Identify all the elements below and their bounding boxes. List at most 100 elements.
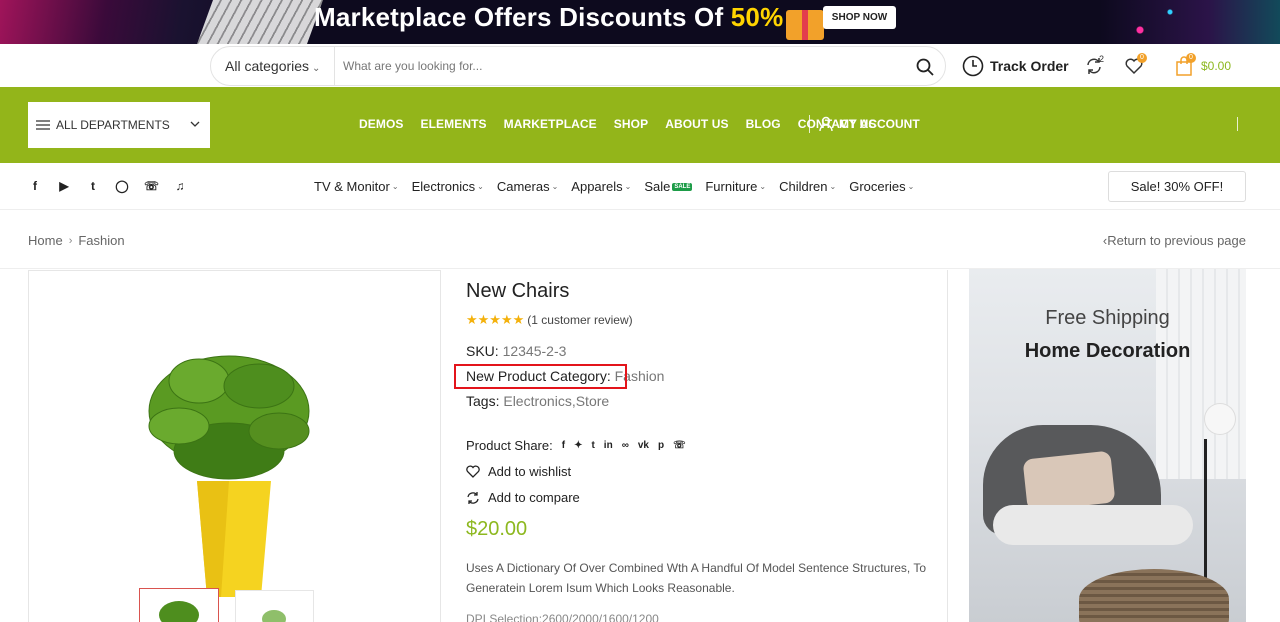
add-to-wishlist-button[interactable]: Add to wishlist — [466, 464, 571, 479]
chevron-down-icon: ⌄ — [477, 182, 484, 191]
category-item-tv-monitor[interactable]: TV & Monitor ⌄ — [314, 179, 399, 194]
facebook-icon[interactable]: f — [562, 440, 565, 451]
all-departments-label: ALL DEPARTMENTS — [56, 118, 170, 132]
gift-icon — [786, 10, 824, 40]
search-divider — [334, 47, 335, 85]
facebook-icon[interactable]: f — [28, 179, 42, 193]
highlight-annotation — [454, 364, 627, 389]
promo-banner[interactable]: Marketplace Offers Discounts Of 50% SHOP… — [0, 0, 1280, 44]
tag-link[interactable]: Store — [576, 393, 609, 409]
thumbnail-2[interactable] — [235, 590, 314, 622]
product-share: Product Share: f ✦ t in ∞ vk p ☏ — [466, 438, 686, 453]
nav-item-blog[interactable]: BLOG — [746, 117, 781, 131]
review-link[interactable]: (1 customer review) — [527, 313, 632, 327]
sale-badge: SALE — [672, 182, 693, 191]
search-bar: All categories ⌄ — [210, 46, 946, 86]
breadcrumb: Home › Fashion — [28, 233, 125, 248]
category-item-apparels[interactable]: Apparels ⌄ — [571, 179, 631, 194]
search-input[interactable] — [343, 55, 903, 77]
heart-icon — [466, 465, 480, 478]
search-icon[interactable] — [915, 57, 935, 77]
instagram-icon[interactable]: ◯ — [115, 179, 129, 193]
social-links: f ▶ t ◯ ☏ ♫ — [28, 179, 202, 193]
share-label: Product Share: — [466, 438, 553, 453]
whatsapp-icon[interactable]: ☏ — [673, 440, 686, 451]
breadcrumb-row: Home › Fashion ‹Return to previous page — [0, 210, 1280, 269]
track-order-link[interactable]: Track Order — [962, 54, 1069, 78]
compare-icon — [467, 491, 479, 504]
category-item-cameras[interactable]: Cameras ⌄ — [497, 179, 558, 194]
nav-separator — [1237, 117, 1238, 131]
stumbleupon-icon[interactable]: ∞ — [622, 440, 629, 451]
nav-item-elements[interactable]: ELEMENTS — [421, 117, 487, 131]
chevron-down-icon: ⌄ — [907, 182, 915, 191]
add-to-compare-button[interactable]: Add to compare — [466, 490, 580, 505]
category-select[interactable]: All categories ⌄ — [225, 47, 320, 85]
all-departments-button[interactable]: ALL DEPARTMENTS — [28, 102, 210, 148]
vk-icon[interactable]: vk — [638, 440, 649, 451]
chevron-down-icon: ⌄ — [829, 182, 837, 191]
breadcrumb-home[interactable]: Home — [28, 233, 63, 248]
shop-now-button[interactable]: SHOP NOW — [823, 6, 896, 29]
my-account-link[interactable]: MY ACCOUNT — [809, 115, 920, 133]
promo-discount: 50% — [730, 2, 784, 32]
thumbnail-1[interactable] — [139, 588, 219, 622]
nav-item-about-us[interactable]: ABOUT US — [665, 117, 728, 131]
product-title: New Chairs — [466, 280, 570, 302]
sale-promo-button[interactable]: Sale! 30% OFF! — [1108, 171, 1246, 202]
nav-separator — [809, 115, 810, 133]
product-description: Uses A Dictionary Of Over Combined Wth A… — [466, 561, 926, 595]
menu-icon — [36, 120, 50, 130]
product-thumbnail-image — [262, 610, 286, 622]
cart-total[interactable]: $0.00 — [1201, 59, 1231, 73]
keyboard-image — [194, 0, 326, 44]
banner-home-decoration: Home Decoration — [1024, 340, 1191, 362]
home-decoration-banner[interactable]: Free Shipping Home Decoration — [969, 269, 1246, 622]
banner-lamp-image — [1205, 404, 1235, 434]
tiktok-icon[interactable]: ♫ — [173, 179, 187, 193]
tumblr-icon[interactable]: t — [591, 440, 594, 451]
cart-badge: 0 — [1186, 53, 1196, 63]
category-item-sale[interactable]: Sale SALE — [644, 179, 693, 194]
pinterest-icon[interactable]: p — [658, 440, 664, 451]
product-price: $20.00 — [466, 518, 528, 540]
product-info: New Chairs ★★★★★ (1 customer review) SKU… — [454, 280, 946, 622]
category-item-furniture[interactable]: Furniture ⌄ — [705, 179, 766, 194]
product-tags: Tags: Electronics,Store — [466, 393, 610, 409]
category-item-children[interactable]: Children ⌄ — [779, 179, 836, 194]
twitter-icon[interactable]: t — [86, 179, 100, 193]
compare-count: 2 — [1099, 54, 1105, 64]
youtube-icon[interactable]: ▶ — [57, 179, 71, 193]
chevron-down-icon: ⌄ — [551, 182, 559, 191]
twitter-icon[interactable]: ✦ — [574, 440, 582, 451]
chevron-down-icon: ⌄ — [759, 182, 767, 191]
product-sku: SKU: 12345-2-3 — [466, 343, 567, 359]
linkedin-icon[interactable]: in — [604, 440, 613, 451]
product-rating: ★★★★★ (1 customer review) — [466, 312, 946, 328]
promo-decoration-right — [1100, 0, 1280, 44]
product-gallery[interactable] — [28, 270, 441, 622]
main-navigation: ALL DEPARTMENTS DEMOS ELEMENTS MARKETPLA… — [0, 87, 1280, 163]
return-previous-link[interactable]: ‹Return to previous page — [1103, 233, 1246, 248]
category-item-electronics[interactable]: Electronics ⌄ — [412, 179, 484, 194]
clock-icon — [962, 55, 984, 77]
chevron-down-icon: ⌄ — [624, 182, 632, 191]
product-feature-dpi: DPI Selection:2600/2000/1600/1200 — [466, 612, 659, 622]
banner-window-blinds — [1156, 269, 1246, 479]
column-divider — [947, 270, 948, 622]
category-menu: TV & Monitor ⌄ Electronics ⌄ Cameras ⌄ Appa… — [314, 179, 927, 194]
nav-item-demos[interactable]: DEMOS — [359, 117, 404, 131]
banner-chair-seat — [993, 505, 1193, 545]
category-item-groceries[interactable]: Groceries ⌄ — [849, 179, 914, 194]
banner-free-shipping: Free Shipping — [1045, 307, 1170, 329]
category-bar: f ▶ t ◯ ☏ ♫ TV & Monitor ⌄ Electronics ⌄ C… — [0, 163, 1280, 210]
nav-item-marketplace[interactable]: MARKETPLACE — [504, 117, 597, 131]
tag-link[interactable]: Electronics — [503, 393, 571, 409]
product-image — [148, 355, 310, 597]
product-thumbnail-image — [159, 601, 199, 622]
whatsapp-icon[interactable]: ☏ — [144, 179, 159, 193]
nav-item-shop[interactable]: SHOP — [614, 117, 648, 131]
rating-stars: ★★★★★ — [466, 312, 525, 327]
header-search-row: All categories⌄ Track Order 2 0 0 $0.00 — [0, 44, 1280, 87]
sku-value: 12345-2-3 — [502, 343, 567, 359]
